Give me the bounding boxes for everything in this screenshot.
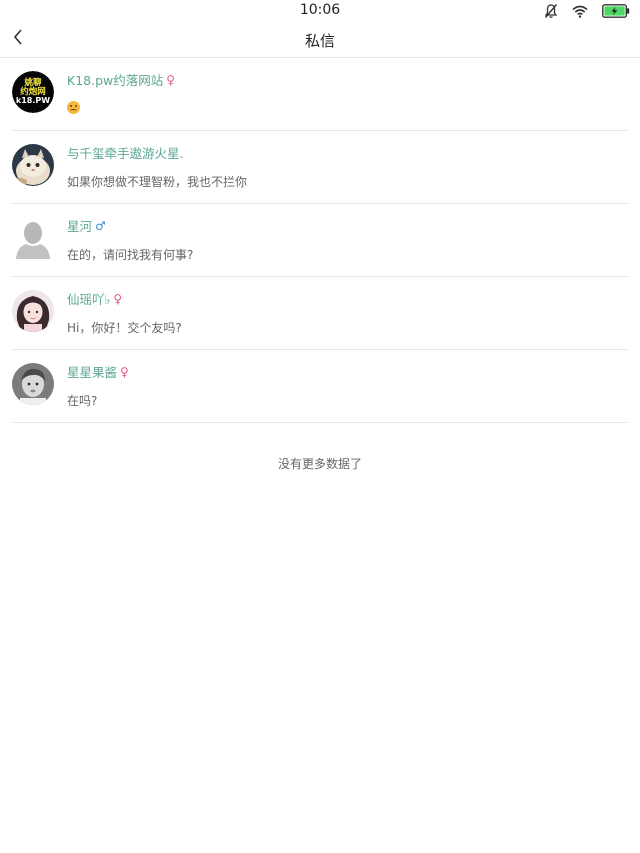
- list-item[interactable]: 与千玺牵手遨游火星. 如果你想做不理智粉，我也不拦你: [12, 131, 628, 204]
- message-sender: 仙瑶吖♭ ♀: [67, 289, 122, 308]
- wifi-icon: [572, 5, 588, 18]
- cat-photo-avatar: [12, 144, 54, 186]
- message-sender: K18.pw约落网站 ♀: [67, 70, 175, 89]
- message-preview: Hi，你好！交个友吗?: [67, 321, 182, 335]
- sender-name: 与千玺牵手遨游火星.: [67, 146, 184, 161]
- nav-bar: 私信: [0, 22, 640, 58]
- message-preview: 在的，请问找我有何事?: [67, 248, 194, 262]
- logo-avatar: 姚聊 约炮网 k18.PW: [12, 71, 54, 113]
- default-silhouette-avatar: [12, 217, 54, 259]
- status-bar: 10:06: [0, 0, 640, 22]
- message-sender: 星星果酱 ♀: [67, 362, 129, 381]
- message-preview: 在吗?: [67, 394, 98, 408]
- sender-name: 星星果酱: [67, 365, 118, 380]
- female-icon: ♀: [166, 72, 176, 87]
- female-icon: ♀: [113, 291, 123, 306]
- list-item[interactable]: 姚聊 约炮网 k18.PW K18.pw约落网站 ♀: [12, 58, 628, 131]
- page-title: 私信: [304, 32, 335, 50]
- list-item[interactable]: 仙瑶吖♭ ♀ Hi，你好！交个友吗?: [12, 277, 628, 350]
- sad-face-emoji-icon: [67, 101, 80, 114]
- girl-photo-avatar: [12, 290, 54, 332]
- female-icon: ♀: [120, 364, 129, 379]
- avatar-logo-line-3: k18.PW: [16, 96, 50, 105]
- mute-icon: [544, 3, 558, 19]
- message-preview: [67, 100, 80, 114]
- list-item[interactable]: 星河 ♂ 在的，请问找我有何事?: [12, 204, 628, 277]
- no-more-data-text: 没有更多数据了: [277, 457, 362, 471]
- sender-name: 仙瑶吖♭: [67, 292, 111, 307]
- message-sender: 与千玺牵手遨游火星.: [67, 143, 183, 162]
- sender-name: K18.pw约落网站: [67, 73, 164, 88]
- male-icon: ♂: [95, 218, 106, 233]
- message-list: 姚聊 约炮网 k18.PW K18.pw约落网站 ♀ 与千玺牵手遨游火星. 如果…: [12, 58, 628, 423]
- message-sender: 星河 ♂: [67, 216, 106, 235]
- status-icons: [544, 3, 630, 19]
- list-item[interactable]: 星星果酱 ♀ 在吗?: [12, 350, 628, 423]
- sender-name: 星河: [67, 219, 93, 234]
- battery-charging-icon: [602, 4, 630, 18]
- child-photo-avatar: [12, 363, 54, 405]
- message-preview: 如果你想做不理智粉，我也不拦你: [67, 175, 248, 189]
